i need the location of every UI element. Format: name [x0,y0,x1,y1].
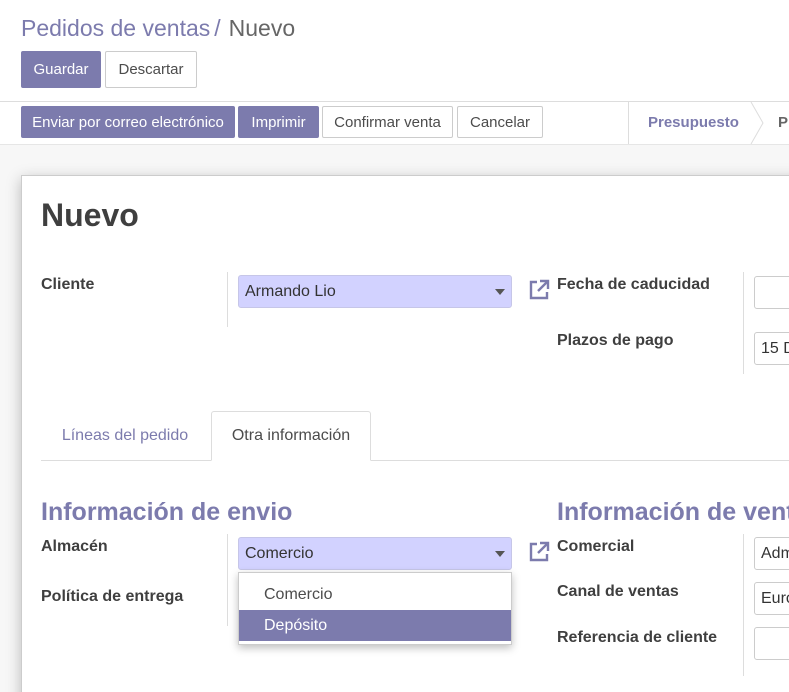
payment-terms-label: Plazos de pago [557,332,674,349]
save-button[interactable]: Guardar [21,51,101,88]
customer-label: Cliente [41,276,95,293]
external-link-icon[interactable] [527,278,551,302]
sales-section-title: Información de vent [557,498,789,526]
payment-terms-field[interactable]: 15 D [754,332,789,365]
sales-channel-label: Canal de ventas [557,583,679,600]
warehouse-value: Comercio [245,544,314,562]
caret-down-icon[interactable] [495,551,505,557]
warehouse-label: Almacén [41,538,108,555]
confirm-sale-button[interactable]: Confirmar venta [322,106,453,138]
customer-value: Armando Lio [245,282,336,300]
customer-reference-input[interactable] [754,627,789,660]
breadcrumb-current: Nuevo [228,15,296,41]
shipping-section-title: Información de envio [41,498,293,526]
status-stage-quotation[interactable]: Presupuesto [648,114,739,131]
external-link-icon[interactable] [527,540,551,564]
statusbar-divider [628,102,629,144]
expiration-date-input[interactable] [754,276,789,309]
expiration-date-label: Fecha de caducidad [557,276,710,293]
salesperson-label: Comercial [557,538,635,555]
send-email-button[interactable]: Enviar por correo electrónico [21,106,235,138]
header-divider [0,101,789,102]
field-divider [743,534,744,676]
print-button[interactable]: Imprimir [238,106,319,138]
field-divider [227,534,228,626]
breadcrumb: Pedidos de ventas / Nuevo [21,15,295,42]
cancel-button[interactable]: Cancelar [457,106,543,138]
warehouse-dropdown: Comercio Depósito [238,572,512,645]
field-divider [227,272,228,327]
customer-reference-label: Referencia de cliente [557,629,718,646]
field-divider [743,272,744,374]
salesperson-field[interactable]: Adm [754,537,789,570]
tab-order-lines[interactable]: Líneas del pedido [41,411,209,461]
delivery-policy-label: Política de entrega [41,588,184,605]
tab-other-info[interactable]: Otra información [211,411,371,461]
sales-channel-field[interactable]: Euro [754,582,789,615]
caret-down-icon[interactable] [495,289,505,295]
customer-field[interactable]: Armando Lio [238,275,512,308]
dropdown-option-commerce[interactable]: Comercio [239,579,511,610]
discard-button[interactable]: Descartar [105,51,197,88]
breadcrumb-parent-link[interactable]: Pedidos de ventas [21,15,210,41]
dropdown-option-deposit[interactable]: Depósito [239,610,511,641]
status-arrow-icon [749,102,765,144]
breadcrumb-separator: / [214,15,221,41]
record-title: Nuevo [41,197,139,233]
status-stage-next[interactable]: P [778,114,788,131]
warehouse-field[interactable]: Comercio [238,537,512,570]
